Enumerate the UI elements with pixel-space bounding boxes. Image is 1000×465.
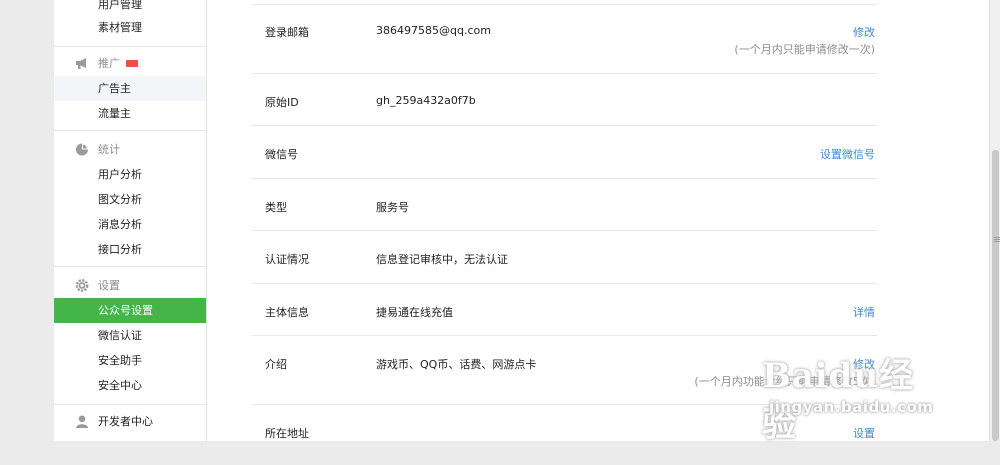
set-wechat-id-link[interactable]: 设置微信号: [820, 146, 875, 162]
sidebar-divider: [54, 404, 206, 405]
sidebar-divider: [54, 130, 206, 131]
gear-icon: [75, 279, 89, 292]
scrollbar-grip: [994, 237, 1000, 238]
sidebar-item-label: 开发者中心: [98, 415, 153, 428]
entity-label: 主体信息: [265, 306, 309, 319]
sidebar-item-wechat-verification[interactable]: 微信认证: [54, 323, 206, 348]
row-account-type: 类型 服务号: [252, 179, 877, 231]
sidebar-item-developer-center[interactable]: 开发者中心: [54, 409, 206, 434]
scrollbar-grip: [994, 241, 1000, 242]
email-value: 386497585@qq.com: [376, 24, 491, 37]
row-entity-info: 主体信息 捷易通在线充值 详情: [252, 284, 877, 336]
wechat-id-label: 微信号: [265, 148, 298, 161]
sidebar-group-settings: 设置: [54, 273, 206, 298]
row-login-email: 登录邮箱 386497585@qq.com 修改 (一个月内只能申请修改一次): [252, 5, 877, 74]
verification-label: 认证情况: [265, 253, 309, 266]
entity-details-link[interactable]: 详情: [853, 304, 875, 320]
sidebar: 用户管理 素材管理 推广 广告主 流量主 统计 用户分析 图文分析 消息分析 接…: [54, 0, 207, 441]
intro-label: 介绍: [265, 358, 287, 371]
type-label: 类型: [265, 201, 287, 214]
sidebar-item-account-settings[interactable]: 公众号设置: [54, 298, 206, 323]
scrollbar-grip: [994, 239, 1000, 240]
sidebar-group-stats: 统计: [54, 137, 206, 162]
baidu-jingyan-watermark: Baidu经验: [762, 356, 915, 445]
sidebar-item-user-analysis[interactable]: 用户分析: [54, 162, 206, 187]
sidebar-group-label: 统计: [98, 143, 120, 156]
sidebar-group-label: 设置: [98, 279, 120, 292]
entity-value: 捷易通在线充值: [376, 306, 453, 319]
pie-chart-icon: [76, 143, 88, 156]
new-badge: [126, 59, 138, 67]
original-id-label: 原始ID: [265, 96, 299, 109]
sidebar-item-advertiser[interactable]: 广告主: [54, 76, 206, 101]
verification-value: 信息登记审核中，无法认证: [376, 253, 508, 266]
megaphone-icon: [76, 58, 86, 69]
intro-value: 游戏币、QQ币、话费、网游点卡: [376, 358, 537, 371]
modify-email-link[interactable]: 修改: [853, 24, 875, 40]
set-address-link[interactable]: 设置: [853, 425, 875, 441]
sidebar-item-material-management[interactable]: 素材管理: [54, 15, 206, 40]
sidebar-group-promotion: 推广: [54, 51, 206, 76]
type-value: 服务号: [376, 201, 409, 214]
sidebar-item-publisher[interactable]: 流量主: [54, 101, 206, 126]
email-modify-note: (一个月内只能申请修改一次): [734, 43, 875, 56]
sidebar-item-security-assistant[interactable]: 安全助手: [54, 348, 206, 373]
sidebar-divider: [54, 266, 206, 267]
vertical-scrollbar[interactable]: [989, 0, 1000, 441]
sidebar-item-security-center[interactable]: 安全中心: [54, 373, 206, 398]
row-original-id: 原始ID gh_259a432a0f7b: [252, 74, 877, 126]
email-label: 登录邮箱: [265, 26, 309, 39]
sidebar-divider: [54, 46, 206, 47]
watermark-url: jingyan.baidu.com: [769, 398, 934, 416]
sidebar-item-message-analysis[interactable]: 消息分析: [54, 212, 206, 237]
sidebar-group-label: 推广: [98, 57, 120, 70]
sidebar-item-api-analysis[interactable]: 接口分析: [54, 237, 206, 262]
row-verification: 认证情况 信息登记审核中，无法认证: [252, 231, 877, 284]
original-id-value: gh_259a432a0f7b: [376, 94, 476, 107]
user-icon: [76, 415, 88, 428]
row-wechat-id: 微信号 设置微信号: [252, 126, 877, 179]
sidebar-item-article-analysis[interactable]: 图文分析: [54, 187, 206, 212]
address-label: 所在地址: [265, 427, 309, 440]
scrollbar-thumb[interactable]: [992, 150, 1000, 441]
